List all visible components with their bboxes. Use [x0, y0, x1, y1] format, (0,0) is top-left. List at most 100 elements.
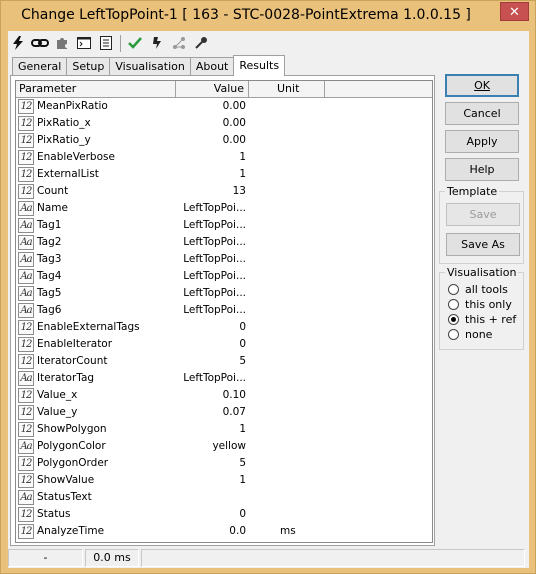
network-icon[interactable] — [169, 34, 188, 53]
apply-button[interactable]: Apply — [445, 130, 519, 153]
table-row[interactable]: 12 AnalyzeTime 0.0 ms — [16, 523, 432, 540]
parameter-cell: Aa StatusText — [16, 489, 176, 506]
parameter-name: ExternalList — [37, 168, 99, 180]
table-row[interactable]: 12 EnableIterator 0 — [16, 336, 432, 353]
table-row[interactable]: Aa Tag4 LeftTopPoi... — [16, 268, 432, 285]
parameter-cell: 12 Value_y — [16, 404, 176, 421]
text-type-icon: Aa — [18, 303, 34, 318]
table-row[interactable]: Aa Name LeftTopPoi... — [16, 200, 432, 217]
status-cell-time: 0.0 ms — [85, 549, 139, 567]
tab-general[interactable]: General — [12, 57, 68, 75]
close-button[interactable]: ✕ — [500, 2, 529, 21]
numeric-type-icon: 12 — [18, 337, 34, 352]
lightning-icon[interactable] — [8, 34, 27, 53]
table-row[interactable]: 12 ExternalList 1 — [16, 166, 432, 183]
parameter-name: MeanPixRatio — [37, 100, 108, 112]
unit-cell: ms — [280, 525, 296, 537]
column-header-unit[interactable]: Unit — [249, 81, 325, 97]
table-row[interactable]: Aa StatusText — [16, 489, 432, 506]
radio-all-tools[interactable]: all tools — [448, 282, 508, 296]
value-cell: LeftTopPoi... — [183, 372, 246, 384]
parameter-name: Status — [37, 508, 71, 520]
radio-circle[interactable] — [448, 298, 459, 310]
table-row[interactable]: 12 PixRatio_y 0.00 — [16, 132, 432, 149]
table-row[interactable]: 12 Value_x 0.10 — [16, 387, 432, 404]
text-type-icon: Aa — [18, 218, 34, 233]
table-row[interactable]: 12 Count 13 — [16, 183, 432, 200]
status-cell-state: - — [8, 549, 83, 567]
table-row[interactable]: 12 Status 0 — [16, 506, 432, 523]
table-row[interactable]: Aa Tag5 LeftTopPoi... — [16, 285, 432, 302]
parameter-cell: Aa Tag6 — [16, 302, 176, 319]
unit-cell — [249, 302, 325, 319]
text-type-icon: Aa — [18, 439, 34, 454]
value-cell: LeftTopPoi... — [183, 287, 246, 299]
parameter-name: EnableVerbose — [37, 151, 115, 163]
unit-cell — [249, 455, 325, 472]
tab-visualisation[interactable]: Visualisation — [109, 57, 191, 75]
chain-icon[interactable] — [30, 34, 49, 53]
numeric-type-icon: 12 — [18, 320, 34, 335]
table-row[interactable]: Aa Tag2 LeftTopPoi... — [16, 234, 432, 251]
title-bar[interactable]: Change LeftTopPoint-1 [ 163 - STC-0028-P… — [1, 1, 535, 31]
column-header-value[interactable]: Value — [176, 81, 249, 97]
value-cell: 0 — [239, 338, 246, 350]
dialog-client-area: General Setup Visualisation About Result… — [8, 31, 529, 568]
table-row[interactable]: 12 EnableExternalTags 0 — [16, 319, 432, 336]
table-row[interactable]: 12 ShowPolygon 1 — [16, 421, 432, 438]
ok-button[interactable]: OK — [445, 74, 519, 97]
help-button[interactable]: Help — [445, 158, 519, 181]
teach-icon[interactable] — [147, 34, 166, 53]
value-cell: 1 — [239, 423, 246, 435]
save-as-button[interactable]: Save As — [446, 233, 520, 256]
table-row[interactable]: 12 PixRatio_x 0.00 — [16, 115, 432, 132]
table-row[interactable]: 12 ShowValue 1 — [16, 472, 432, 489]
table-row[interactable]: 12 PolygonOrder 5 — [16, 455, 432, 472]
value-cell: LeftTopPoi... — [183, 236, 246, 248]
parameter-cell: 12 ShowValue — [16, 472, 176, 489]
value-cell: LeftTopPoi... — [183, 304, 246, 316]
radio-this-plus-ref[interactable]: this + ref — [448, 312, 516, 326]
parameter-cell: Aa Tag2 — [16, 234, 176, 251]
tab-about[interactable]: About — [189, 57, 235, 75]
puzzle-icon[interactable] — [52, 34, 71, 53]
table-row[interactable]: 12 EnableVerbose 1 — [16, 149, 432, 166]
table-row[interactable]: 12 IteratorCount 5 — [16, 353, 432, 370]
template-groupbox: Template Save Save As — [439, 185, 524, 264]
radio-circle[interactable] — [448, 328, 459, 340]
checkmark-icon[interactable] — [125, 34, 144, 53]
results-grid[interactable]: Parameter Value Unit 12 MeanPixRatio 0.00 1… — [15, 80, 433, 543]
radio-circle[interactable] — [448, 313, 459, 325]
radio-none[interactable]: none — [448, 327, 492, 341]
unit-cell — [249, 472, 325, 489]
parameter-name: Tag4 — [37, 270, 62, 282]
value-cell: 0.00 — [222, 134, 246, 146]
parameter-cell: 12 PolygonOrder — [16, 455, 176, 472]
table-row[interactable]: Aa Tag1 LeftTopPoi... — [16, 217, 432, 234]
cancel-button[interactable]: Cancel — [445, 102, 519, 125]
radio-this-only[interactable]: this only — [448, 297, 512, 311]
table-row[interactable]: Aa PolygonColor yellow — [16, 438, 432, 455]
column-header-parameter[interactable]: Parameter — [16, 81, 176, 97]
list-icon[interactable] — [96, 34, 115, 53]
parameter-cell: 12 EnableIterator — [16, 336, 176, 353]
tab-results[interactable]: Results — [233, 55, 286, 76]
table-row[interactable]: 12 MeanPixRatio 0.00 — [16, 98, 432, 115]
text-type-icon: Aa — [18, 490, 34, 505]
key-icon[interactable] — [191, 34, 210, 53]
table-row[interactable]: Aa Tag6 LeftTopPoi... — [16, 302, 432, 319]
save-button[interactable]: Save — [446, 203, 520, 226]
table-row[interactable]: Aa IteratorTag LeftTopPoi... — [16, 370, 432, 387]
value-cell: LeftTopPoi... — [183, 253, 246, 265]
ok-button-label: OK — [474, 79, 490, 92]
radio-circle[interactable] — [448, 283, 459, 295]
unit-cell — [249, 251, 325, 268]
parameter-name: IteratorTag — [37, 372, 95, 384]
tab-setup[interactable]: Setup — [66, 57, 111, 75]
value-cell: 0.10 — [222, 389, 246, 401]
parameter-cell: Aa Name — [16, 200, 176, 217]
table-row[interactable]: 12 Value_y 0.07 — [16, 404, 432, 421]
table-row[interactable]: Aa Tag3 LeftTopPoi... — [16, 251, 432, 268]
visualisation-groupbox: Visualisation all tools this only this +… — [439, 266, 524, 350]
console-icon[interactable] — [74, 34, 93, 53]
